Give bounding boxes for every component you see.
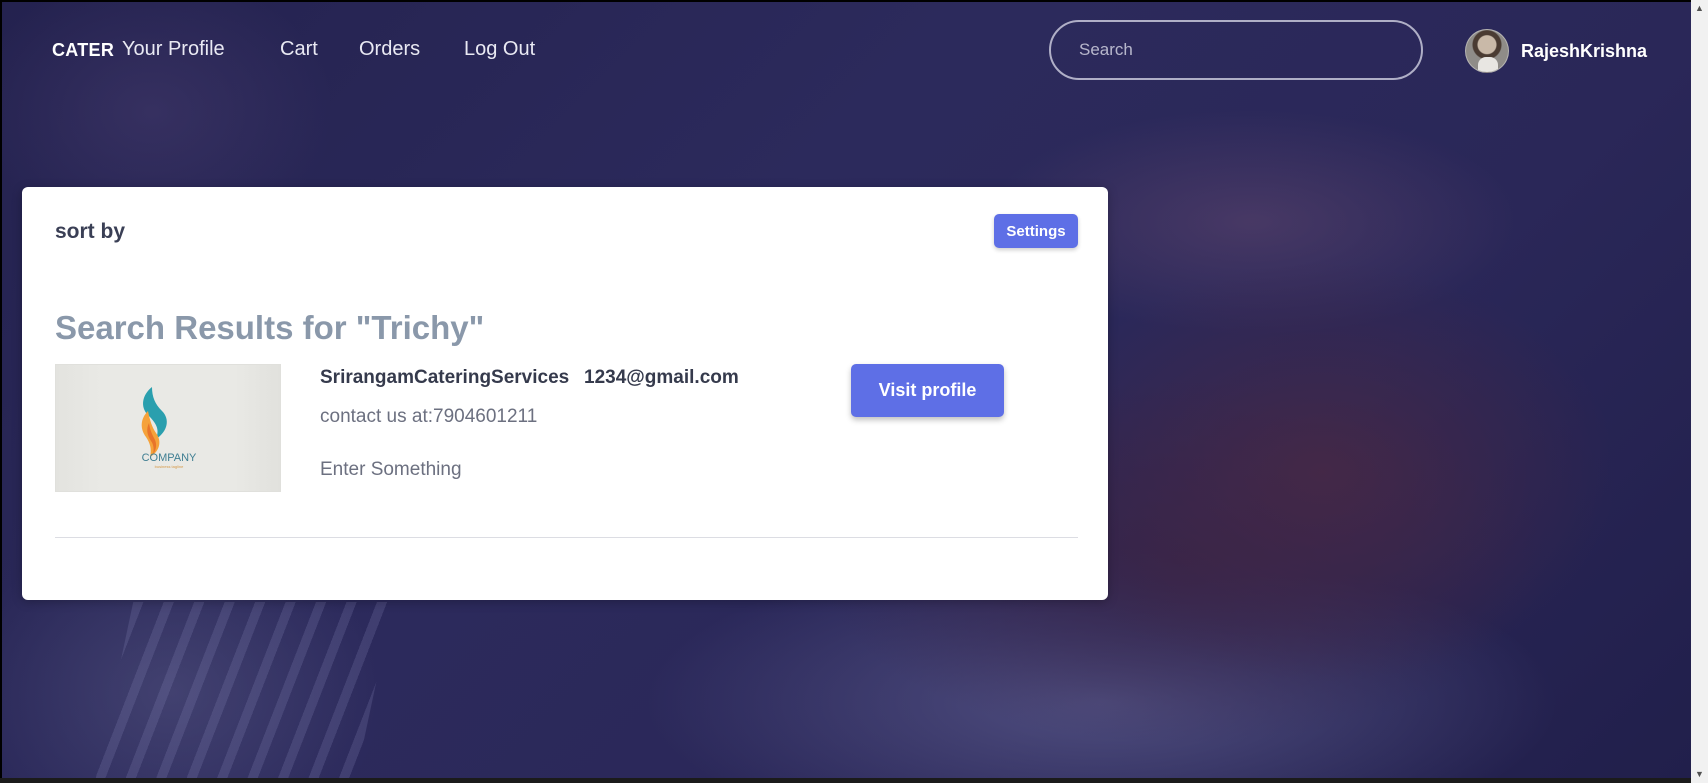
logo-company-text: COMPANY xyxy=(142,452,197,464)
company-description: Enter Something xyxy=(320,459,462,480)
sort-by-label[interactable]: sort by xyxy=(55,220,125,244)
bottom-edge xyxy=(0,778,1691,783)
nav-link-your-profile[interactable]: Your Profile xyxy=(122,38,225,61)
scroll-up-arrow-icon[interactable]: ▲ xyxy=(1691,0,1708,17)
nav-link-log-out[interactable]: Log Out xyxy=(464,38,535,61)
username[interactable]: RajeshKrishna xyxy=(1521,41,1647,62)
search-input[interactable] xyxy=(1049,20,1423,80)
browser-viewport: CATER Your Profile Cart Orders Log Out R… xyxy=(0,0,1708,783)
brand-logo[interactable]: CATER xyxy=(52,40,114,61)
background-fork xyxy=(90,602,394,778)
user-menu[interactable]: RajeshKrishna xyxy=(1465,29,1647,73)
search-results-card: sort by Settings Search Results for "Tri… xyxy=(22,187,1108,600)
company-name: SrirangamCateringServices xyxy=(320,367,570,388)
page-background: CATER Your Profile Cart Orders Log Out R… xyxy=(2,2,1691,778)
nav-link-cart[interactable]: Cart xyxy=(280,38,318,61)
company-logo-thumbnail: COMPANY business tagline xyxy=(55,364,281,492)
visit-profile-button[interactable]: Visit profile xyxy=(851,364,1004,417)
nav-link-orders[interactable]: Orders xyxy=(359,38,420,61)
company-contact: contact us at:7904601211 xyxy=(320,406,538,427)
company-email: 1234@gmail.com xyxy=(584,367,739,388)
navbar: CATER Your Profile Cart Orders Log Out R… xyxy=(2,2,1691,102)
divider xyxy=(55,537,1078,538)
settings-button[interactable]: Settings xyxy=(994,214,1078,248)
scroll-down-arrow-icon[interactable]: ▼ xyxy=(1691,766,1708,783)
results-title: Search Results for "Trichy" xyxy=(55,309,485,346)
company-logo-icon: COMPANY business tagline xyxy=(142,387,197,469)
logo-tagline-text: business tagline xyxy=(155,464,184,469)
vertical-scrollbar[interactable]: ▲ ▼ xyxy=(1691,0,1708,783)
avatar[interactable] xyxy=(1465,29,1509,73)
